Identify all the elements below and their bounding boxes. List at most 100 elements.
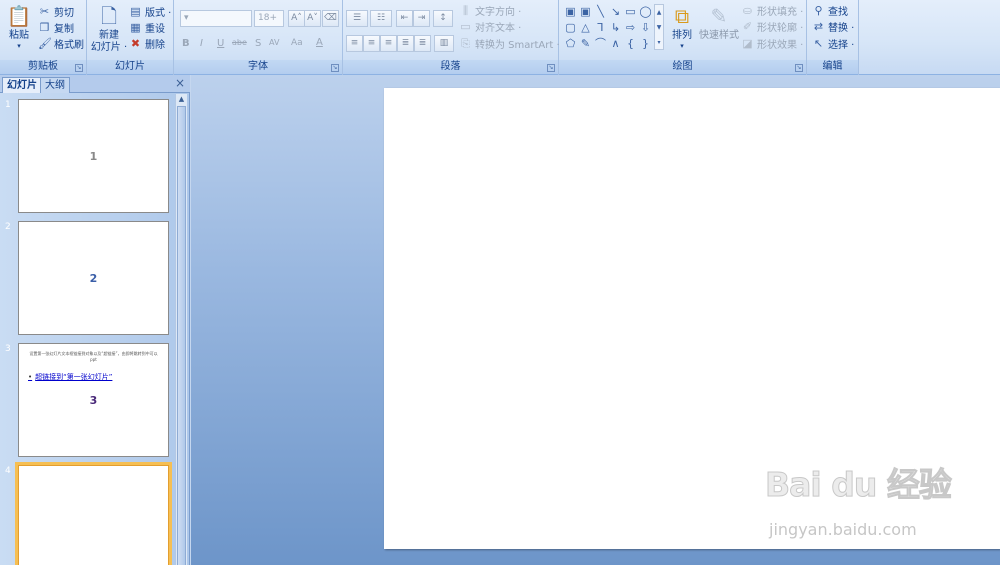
elbow-arrow-shape-icon[interactable]: ↳ — [608, 20, 623, 36]
cut-label: 剪切 — [54, 8, 74, 19]
freeform-shape-icon[interactable]: ✎ — [578, 36, 593, 52]
arrow-line-shape-icon[interactable]: ↘ — [608, 4, 623, 20]
slide-body-text: 设置第一张幻灯片文本框链接到对象以及“超链接”，由即将跳转到中可以 ppt — [29, 351, 158, 363]
pentagon-shape-icon[interactable]: ⬠ — [563, 36, 578, 52]
shape-effects-button[interactable]: ◪ 形状效果 · — [741, 36, 803, 51]
font-group-label: 字体 — [174, 60, 342, 74]
change-case-button[interactable]: Aa — [291, 38, 303, 48]
slide-hyperlink[interactable]: • 超链接到“第一张幻灯片” — [28, 372, 112, 382]
new-slide-label-2: 幻灯片 · — [90, 42, 128, 53]
char-spacing-button[interactable]: AV — [269, 38, 279, 47]
paragraph-launcher-icon[interactable]: ↘ — [547, 64, 555, 72]
shrink-font-button[interactable]: A˅ — [304, 10, 321, 27]
smartart-icon: ⎘ — [461, 37, 470, 50]
triangle-shape-icon[interactable]: △ — [578, 20, 593, 36]
font-size-combo[interactable]: 18+ — [254, 10, 284, 27]
shape-outline-button[interactable]: ✐ 形状轮廓 · — [741, 19, 803, 34]
close-panel-icon[interactable]: × — [175, 76, 185, 90]
justify-button[interactable]: ≣ — [397, 35, 414, 52]
replace-button[interactable]: ⇄ 替换 · — [812, 19, 854, 34]
panel-scrollbar[interactable]: ▲ — [175, 94, 187, 565]
select-button[interactable]: ↖ 选择 · — [812, 36, 854, 51]
align-text-button[interactable]: ▭ 对齐文本 · — [459, 19, 521, 34]
font-name-combo[interactable]: ▾ — [180, 10, 252, 27]
text-direction-button[interactable]: ⫼ 文字方向 · — [459, 3, 521, 18]
columns-button[interactable]: ▥ — [434, 35, 454, 52]
slide-title: 1 — [89, 150, 98, 163]
distribute-button[interactable]: ≣ — [414, 35, 431, 52]
decrease-indent-button[interactable]: ⇤ — [396, 10, 413, 27]
slide-thumbnail-4[interactable] — [15, 462, 172, 565]
font-launcher-icon[interactable]: ↘ — [331, 64, 339, 72]
textbox-shape-icon[interactable]: ▣ — [563, 4, 578, 20]
delete-slide-button[interactable]: ✖ 删除 — [129, 36, 165, 51]
bullets-button[interactable]: ☰ — [346, 10, 368, 27]
rounded-rect-shape-icon[interactable]: ▢ — [563, 20, 578, 36]
align-center-button[interactable]: ≡ — [363, 35, 380, 52]
grow-font-button[interactable]: A˄ — [288, 10, 305, 27]
line-spacing-button[interactable]: ↕ — [433, 10, 453, 27]
tab-outline[interactable]: 大纲 — [40, 77, 70, 93]
align-right-button[interactable]: ≡ — [380, 35, 397, 52]
copy-label: 复制 — [54, 24, 74, 35]
clear-format-button[interactable]: ⌫ — [322, 10, 339, 27]
scroll-thumb[interactable] — [177, 106, 186, 565]
convert-smartart-button[interactable]: ⎘ 转换为 SmartArt · — [459, 36, 560, 51]
slide-hyperlink-text: 超链接到“第一张幻灯片” — [35, 373, 113, 381]
vertical-textbox-shape-icon[interactable]: ▣ — [578, 4, 593, 20]
paste-icon: 📋 — [6, 4, 32, 28]
delete-icon: ✖ — [130, 37, 141, 50]
paragraph-group: ☰ ☷ ⇤ ⇥ ↕ ⫼ 文字方向 · ▭ 对齐文本 · ≡ ≡ ≡ ≣ ≣ ▥ … — [343, 0, 560, 75]
bold-button[interactable]: B — [182, 38, 190, 49]
elbow-connector-shape-icon[interactable]: ⅂ — [593, 20, 608, 36]
slide-thumbnail-3[interactable]: 设置第一张幻灯片文本框链接到对象以及“超链接”，由即将跳转到中可以 ppt • 超… — [18, 343, 169, 457]
strikethrough-button[interactable]: abe — [232, 38, 247, 47]
font-color-button[interactable]: A — [316, 37, 323, 48]
slides-group: 🗋 新建 幻灯片 · ▤ 版式 · ▦ 重设 ✖ 删除 幻灯片 — [87, 0, 174, 75]
clipboard-launcher-icon[interactable]: ↘ — [75, 64, 83, 72]
curve-shape-icon[interactable]: ∧ — [608, 36, 623, 52]
shapes-scroll[interactable]: ▲ ▼ ▾ — [654, 4, 664, 50]
slide-thumbnail-2[interactable]: 2 — [18, 221, 169, 335]
scroll-up-icon[interactable]: ▲ — [176, 94, 187, 105]
shadow-button[interactable]: S — [255, 38, 261, 49]
right-arrow-shape-icon[interactable]: ⇨ — [623, 20, 638, 36]
slide-number: 2 — [5, 222, 11, 232]
arrange-label: 排列 — [672, 30, 692, 41]
line-shape-icon[interactable]: ╲ — [593, 4, 608, 20]
underline-button[interactable]: U — [217, 38, 224, 49]
paste-button[interactable]: 📋 粘贴 ▾ — [4, 4, 34, 50]
left-brace-shape-icon[interactable]: { — [623, 36, 638, 52]
slides-panel: 幻灯片 大纲 × 1 1 2 2 3 设置第一张幻灯片文本框链接到对象以及“超链… — [0, 75, 190, 565]
cut-button[interactable]: ✂ 剪切 — [38, 4, 74, 19]
drawing-group: ▣ ▣ ╲ ↘ ▭ ◯ ▢ △ ⅂ ↳ ⇨ ⇩ ⬠ ✎ ⌒ ∧ { } ▲ ▼ ▾ … — [559, 0, 807, 75]
arrange-button[interactable]: ⧉ 排列 ▾ — [667, 4, 697, 50]
tab-slides[interactable]: 幻灯片 — [2, 77, 42, 93]
shape-fill-button[interactable]: ⛀ 形状填充 · — [741, 3, 803, 18]
shape-effects-label: 形状效果 · — [757, 40, 804, 51]
new-slide-button[interactable]: 🗋 新建 幻灯片 · — [89, 4, 129, 54]
increase-indent-button[interactable]: ⇥ — [413, 10, 430, 27]
convert-smartart-label: 转换为 SmartArt · — [475, 40, 560, 51]
numbering-button[interactable]: ☷ — [370, 10, 392, 27]
oval-shape-icon[interactable]: ◯ — [638, 4, 653, 20]
reset-button[interactable]: ▦ 重设 — [129, 20, 165, 35]
rectangle-shape-icon[interactable]: ▭ — [623, 4, 638, 20]
find-button[interactable]: ⚲ 查找 — [812, 3, 848, 18]
quick-styles-button[interactable]: ✎ 快速样式 — [697, 4, 741, 42]
drawing-launcher-icon[interactable]: ↘ — [795, 64, 803, 72]
format-painter-button[interactable]: 🖌 格式刷 — [38, 36, 84, 51]
drawing-group-label: 绘图 — [559, 60, 806, 74]
slide-thumbnail-1[interactable]: 1 — [18, 99, 169, 213]
layout-button[interactable]: ▤ 版式 · — [129, 4, 171, 19]
text-direction-label: 文字方向 · — [475, 7, 522, 18]
copy-button[interactable]: ❐ 复制 — [38, 20, 74, 35]
align-left-button[interactable]: ≡ — [346, 35, 363, 52]
arc-shape-icon[interactable]: ⌒ — [593, 36, 608, 52]
shapes-gallery[interactable]: ▣ ▣ ╲ ↘ ▭ ◯ ▢ △ ⅂ ↳ ⇨ ⇩ ⬠ ✎ ⌒ ∧ { } — [563, 4, 651, 52]
right-brace-shape-icon[interactable]: } — [638, 36, 653, 52]
down-arrow-shape-icon[interactable]: ⇩ — [638, 20, 653, 36]
bullet-icon: • — [28, 373, 33, 381]
italic-button[interactable]: I — [200, 38, 203, 49]
replace-label: 替换 · — [828, 23, 855, 34]
